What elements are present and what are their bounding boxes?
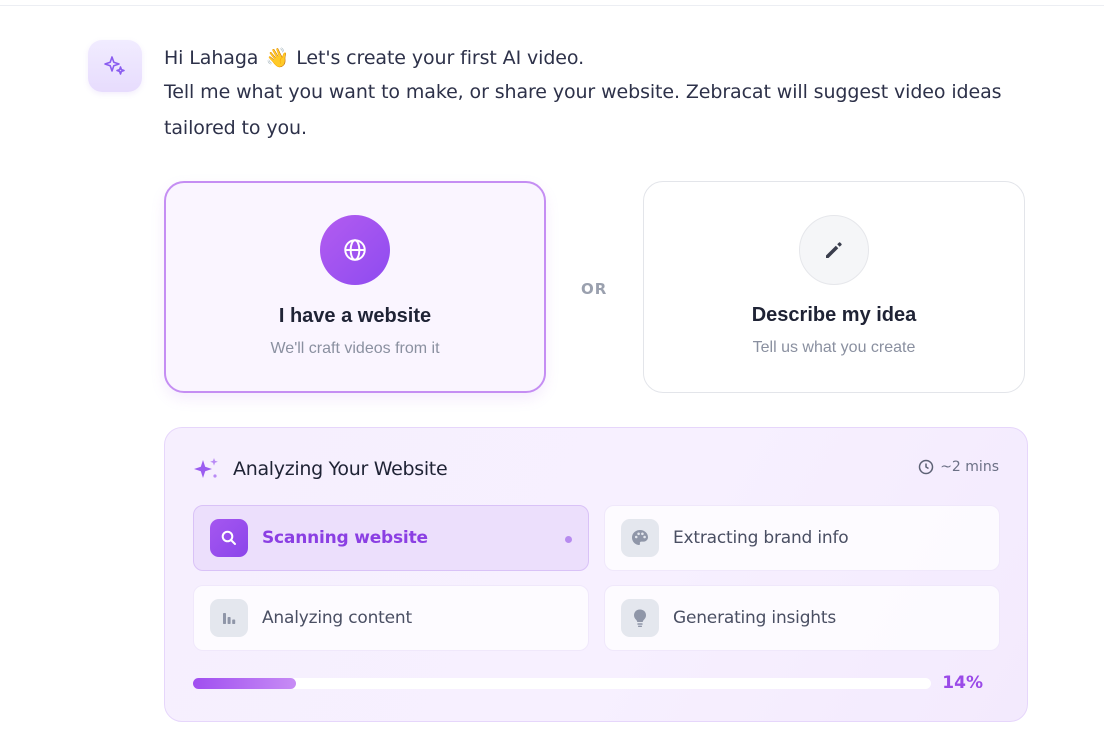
assistant-message: Hi Lahaga 👋 Let's create your first AI v… — [164, 42, 1044, 146]
time-estimate-text: ~2 mins — [940, 459, 999, 475]
sparkle-icon — [104, 56, 125, 75]
greeting-line: Hi Lahaga 👋 Let's create your first AI v… — [164, 42, 1044, 74]
step-label: Scanning website — [262, 528, 428, 548]
progress-percent: 14% — [942, 673, 983, 693]
assistant-avatar — [88, 40, 142, 92]
step-analyzing-content: Analyzing content — [193, 585, 589, 651]
greeting-text: Let's create your first AI video. — [296, 47, 585, 69]
lightbulb-icon — [621, 599, 659, 637]
idea-option-card[interactable]: Describe my idea Tell us what you create — [643, 181, 1025, 393]
globe-icon — [320, 215, 390, 285]
wave-emoji-icon: 👋 — [265, 47, 290, 69]
step-label: Generating insights — [673, 608, 836, 628]
greeting-name: Hi Lahaga — [164, 47, 259, 69]
palette-icon — [621, 519, 659, 557]
progress-bar-fill — [193, 678, 297, 689]
progress-bar — [193, 678, 931, 689]
greeting-instructions: Tell me what you want to make, or share … — [164, 81, 1002, 139]
idea-option-subtitle: Tell us what you create — [752, 339, 916, 356]
website-option-card[interactable]: I have a website We'll craft videos from… — [164, 181, 546, 393]
search-icon — [210, 519, 248, 557]
time-estimate: ~2 mins — [918, 459, 999, 475]
step-label: Extracting brand info — [673, 528, 849, 548]
or-separator: OR — [581, 280, 608, 298]
website-option-subtitle: We'll craft videos from it — [270, 340, 440, 357]
bar-chart-icon — [210, 599, 248, 637]
analysis-title: Analyzing Your Website — [233, 458, 448, 480]
idea-option-title: Describe my idea — [751, 304, 917, 326]
website-option-title: I have a website — [278, 305, 432, 327]
analysis-header: Analyzing Your Website — [193, 455, 448, 483]
sparkles-icon — [194, 458, 218, 478]
active-indicator-dot — [565, 536, 572, 543]
step-generating-insights: Generating insights — [604, 585, 1000, 651]
step-extracting-brand-info: Extracting brand info — [604, 505, 1000, 571]
top-divider — [0, 0, 1104, 6]
step-label: Analyzing content — [262, 608, 412, 628]
step-scanning-website: Scanning website — [193, 505, 589, 571]
clock-icon — [918, 459, 934, 475]
pencil-icon — [799, 215, 869, 285]
analysis-panel: Analyzing Your Website ~2 mins Scanning … — [164, 427, 1028, 722]
